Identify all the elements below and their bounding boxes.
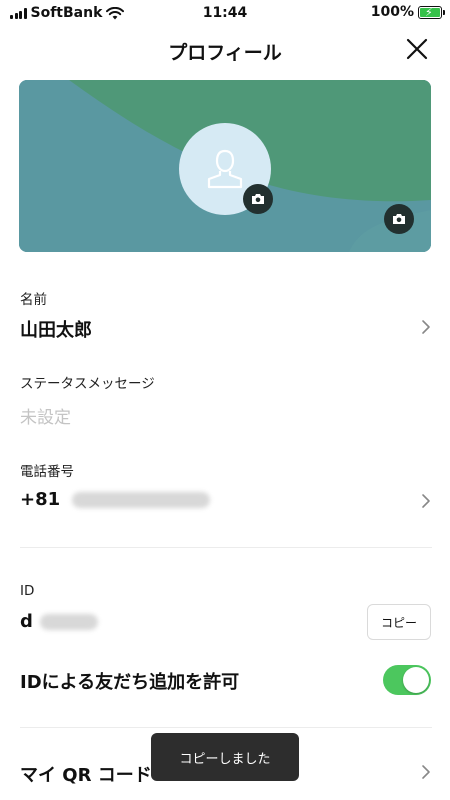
cover-image[interactable] (19, 80, 431, 252)
qr-code-label[interactable]: マイ QR コード (20, 761, 152, 787)
toggle-knob (403, 667, 429, 693)
camera-icon (252, 194, 264, 204)
cover-camera-button[interactable] (384, 204, 414, 234)
blurred-phone-number (72, 492, 211, 508)
divider (20, 547, 432, 548)
allow-id-search-label: IDによる友だち追加を許可 (20, 672, 240, 693)
copy-button[interactable]: コピー (367, 604, 431, 640)
avatar-camera-button[interactable] (243, 184, 273, 214)
blurred-id (40, 614, 99, 630)
person-icon (207, 149, 243, 189)
toast: コピーしました (151, 733, 299, 781)
phone-prefix: +81 (20, 489, 61, 510)
chevron-right-icon[interactable] (420, 764, 432, 780)
header: プロフィール (0, 28, 450, 72)
battery-icon: ⚡ (418, 5, 445, 19)
status-bar-right: 100% ⚡ (370, 4, 445, 20)
name-value[interactable]: 山田太郎 (20, 316, 92, 342)
chevron-right-icon[interactable] (420, 319, 432, 335)
page-title: プロフィール (168, 42, 282, 64)
status-bar: SoftBank 11:44 100% ⚡ (0, 0, 450, 26)
id-value: d (20, 611, 99, 632)
divider (20, 727, 432, 728)
close-icon[interactable] (404, 36, 430, 62)
phone-label: 電話番号 (20, 464, 74, 480)
phone-value[interactable]: +81 (20, 489, 211, 510)
name-label: 名前 (20, 292, 47, 308)
id-prefix: d (20, 611, 33, 632)
status-message-label: ステータスメッセージ (20, 376, 155, 392)
toast-message: コピーしました (179, 751, 271, 767)
allow-id-search-toggle[interactable] (383, 665, 431, 695)
camera-icon (393, 214, 405, 224)
status-message-placeholder[interactable]: 未設定 (20, 403, 71, 428)
chevron-right-icon[interactable] (420, 493, 432, 509)
id-label: ID (20, 583, 35, 599)
battery-percent: 100% (370, 4, 414, 20)
